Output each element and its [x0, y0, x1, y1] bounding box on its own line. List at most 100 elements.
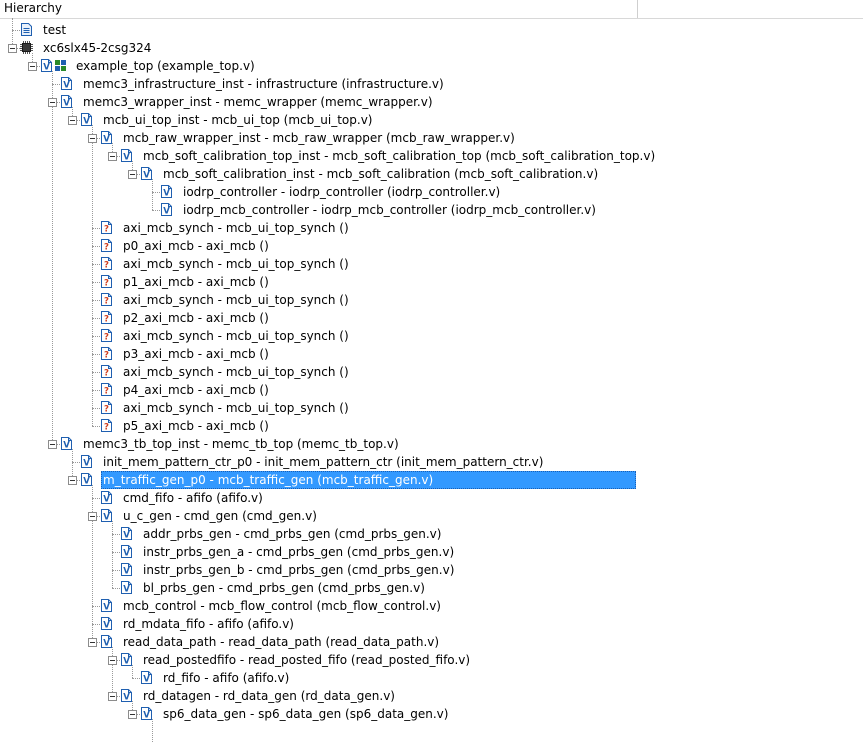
tree-item[interactable]: Vu_c_gen - cmd_gen (cmd_gen.v)	[0, 507, 863, 525]
tree-item-label: memc3_infrastructure_inst - infrastructu…	[83, 77, 444, 91]
verilog-file-icon: V	[60, 77, 73, 90]
tree-item[interactable]: ? p5_axi_mcb - axi_mcb ()	[0, 417, 863, 435]
tree-item-label: p2_axi_mcb - axi_mcb ()	[123, 311, 269, 325]
collapse-toggle[interactable]	[108, 656, 117, 665]
svg-text:V: V	[163, 207, 170, 217]
unknown-file-icon: ?	[100, 275, 113, 288]
svg-text:?: ?	[104, 423, 109, 433]
tree-item[interactable]: ? axi_mcb_synch - mcb_ui_top_synch ()	[0, 219, 863, 237]
tree-item[interactable]: Vmcb_soft_calibration_inst - mcb_soft_ca…	[0, 165, 863, 183]
tree-item-label: memc3_tb_top_inst - memc_tb_top (memc_tb…	[83, 437, 399, 451]
collapse-toggle[interactable]	[68, 116, 77, 125]
tree-item[interactable]: Vmcb_soft_calibration_top_inst - mcb_sof…	[0, 147, 863, 165]
tree-item-label: rd_datagen - rd_data_gen (rd_data_gen.v)	[143, 689, 395, 703]
tree-item-label: axi_mcb_synch - mcb_ui_top_synch ()	[123, 293, 349, 307]
collapse-toggle[interactable]	[88, 134, 97, 143]
tree-item[interactable]: Viodrp_controller - iodrp_controller (io…	[0, 183, 863, 201]
tree-item[interactable]: Vmemc3_tb_top_inst - memc_tb_top (memc_t…	[0, 435, 863, 453]
collapse-toggle[interactable]	[8, 44, 17, 53]
collapse-toggle[interactable]	[48, 98, 57, 107]
tree-item[interactable]: ? axi_mcb_synch - mcb_ui_top_synch ()	[0, 291, 863, 309]
tree-item[interactable]: Vaddr_prbs_gen - cmd_prbs_gen (cmd_prbs_…	[0, 525, 863, 543]
tree-item[interactable]: Vmemc3_wrapper_inst - memc_wrapper (memc…	[0, 93, 863, 111]
tree-item-label: rd_fifo - afifo (afifo.v)	[163, 671, 290, 685]
tree-item[interactable]: Vrd_datagen - rd_data_gen (rd_data_gen.v…	[0, 687, 863, 705]
tree-item[interactable]: Vinit_mem_pattern_ctr_p0 - init_mem_patt…	[0, 453, 863, 471]
tree-item[interactable]: ? p3_axi_mcb - axi_mcb ()	[0, 345, 863, 363]
tree-item-label: p1_axi_mcb - axi_mcb ()	[123, 275, 269, 289]
svg-text:?: ?	[104, 225, 109, 235]
tree-item[interactable]: Vexample_top (example_top.v)	[0, 57, 863, 75]
collapse-toggle[interactable]	[88, 638, 97, 647]
tree-item-label: mcb_soft_calibration_top_inst - mcb_soft…	[143, 149, 656, 163]
tree-item[interactable]: ? p1_axi_mcb - axi_mcb ()	[0, 273, 863, 291]
tree-item[interactable]: Vcmd_fifo - afifo (afifo.v)	[0, 489, 863, 507]
tree-item[interactable]: Vrd_fifo - afifo (afifo.v)	[0, 669, 863, 687]
svg-text:?: ?	[104, 297, 109, 307]
tree-item-label: instr_prbs_gen_b - cmd_prbs_gen (cmd_prb…	[143, 563, 455, 577]
tree-item[interactable]: test	[0, 21, 863, 39]
hierarchy-tree[interactable]: test xc6slx45-2csg324 Vexample_top (exampl…	[0, 18, 863, 742]
unknown-file-icon: ?	[100, 383, 113, 396]
tree-item[interactable]: ? axi_mcb_synch - mcb_ui_top_synch ()	[0, 327, 863, 345]
verilog-file-icon: V	[140, 707, 153, 720]
tree-item[interactable]: Vmemc3_infrastructure_inst - infrastruct…	[0, 75, 863, 93]
unknown-file-icon: ?	[100, 293, 113, 306]
tree-item[interactable]: Vrd_mdata_fifo - afifo (afifo.v)	[0, 615, 863, 633]
tree-item[interactable]: Vmcb_raw_wrapper_inst - mcb_raw_wrapper …	[0, 129, 863, 147]
svg-text:V: V	[123, 657, 130, 667]
tree-item[interactable]: Vbl_prbs_gen - cmd_prbs_gen (cmd_prbs_ge…	[0, 579, 863, 597]
collapse-toggle[interactable]	[108, 692, 117, 701]
collapse-toggle[interactable]	[28, 62, 37, 71]
unknown-file-icon: ?	[100, 221, 113, 234]
verilog-file-icon: V	[120, 527, 133, 540]
verilog-file-icon: V	[160, 203, 173, 216]
verilog-file-icon: V	[100, 599, 113, 612]
verilog-file-icon: V	[120, 149, 133, 162]
tree-item-label: axi_mcb_synch - mcb_ui_top_synch ()	[123, 329, 349, 343]
tree-item[interactable]: ? axi_mcb_synch - mcb_ui_top_synch ()	[0, 399, 863, 417]
tree-item-label: mcb_ui_top_inst - mcb_ui_top (mcb_ui_top…	[103, 113, 373, 127]
tree-item[interactable]: Vsp6_data_gen - sp6_data_gen (sp6_data_g…	[0, 705, 863, 723]
collapse-toggle[interactable]	[108, 152, 117, 161]
svg-text:V: V	[123, 531, 130, 541]
tree-item[interactable]: ? p2_axi_mcb - axi_mcb ()	[0, 309, 863, 327]
collapse-toggle[interactable]	[48, 440, 57, 449]
tree-item-label: instr_prbs_gen_a - cmd_prbs_gen (cmd_prb…	[143, 545, 455, 559]
panel-title: Hierarchy	[4, 1, 63, 15]
tree-item-label: mcb_raw_wrapper_inst - mcb_raw_wrapper (…	[123, 131, 515, 145]
collapse-toggle[interactable]	[88, 512, 97, 521]
unknown-file-icon: ?	[100, 329, 113, 342]
svg-text:?: ?	[104, 351, 109, 361]
tree-item[interactable]: Vmcb_ui_top_inst - mcb_ui_top (mcb_ui_to…	[0, 111, 863, 129]
tree-item[interactable]: Vinstr_prbs_gen_b - cmd_prbs_gen (cmd_pr…	[0, 561, 863, 579]
collapse-toggle[interactable]	[128, 710, 137, 719]
tree-item[interactable]: Vread_data_path - read_data_path (read_d…	[0, 633, 863, 651]
tree-item-label: axi_mcb_synch - mcb_ui_top_synch ()	[123, 365, 349, 379]
verilog-file-icon: V	[120, 653, 133, 666]
svg-text:V: V	[123, 693, 130, 703]
tree-item[interactable]: Vm_traffic_gen_p0 - mcb_traffic_gen (mcb…	[0, 471, 863, 489]
collapse-toggle[interactable]	[128, 170, 137, 179]
tree-item-label: p0_axi_mcb - axi_mcb ()	[123, 239, 269, 253]
collapse-toggle[interactable]	[68, 476, 77, 485]
verilog-file-icon: V	[100, 131, 113, 144]
tree-item[interactable]: Vread_postedfifo - read_posted_fifo (rea…	[0, 651, 863, 669]
tree-item[interactable]: Vinstr_prbs_gen_a - cmd_prbs_gen (cmd_pr…	[0, 543, 863, 561]
svg-text:?: ?	[104, 315, 109, 325]
svg-text:V: V	[143, 711, 150, 721]
tree-item[interactable]: xc6slx45-2csg324	[0, 39, 863, 57]
tree-item[interactable]: Vmcb_control - mcb_flow_control (mcb_flo…	[0, 597, 863, 615]
verilog-file-icon: V	[140, 671, 153, 684]
verilog-file-icon: V	[120, 581, 133, 594]
tree-item-label: iodrp_mcb_controller - iodrp_mcb_control…	[183, 203, 596, 217]
tree-item[interactable]: Viodrp_mcb_controller - iodrp_mcb_contro…	[0, 201, 863, 219]
header-column-divider[interactable]	[637, 0, 638, 18]
tree-item[interactable]: ? p4_axi_mcb - axi_mcb ()	[0, 381, 863, 399]
tree-item[interactable]: ? axi_mcb_synch - mcb_ui_top_synch ()	[0, 363, 863, 381]
tree-item[interactable]: ? axi_mcb_synch - mcb_ui_top_synch ()	[0, 255, 863, 273]
svg-text:V: V	[143, 171, 150, 181]
verilog-file-icon: V	[80, 473, 93, 486]
tree-item[interactable]: ? p0_axi_mcb - axi_mcb ()	[0, 237, 863, 255]
verilog-file-icon: V	[160, 185, 173, 198]
